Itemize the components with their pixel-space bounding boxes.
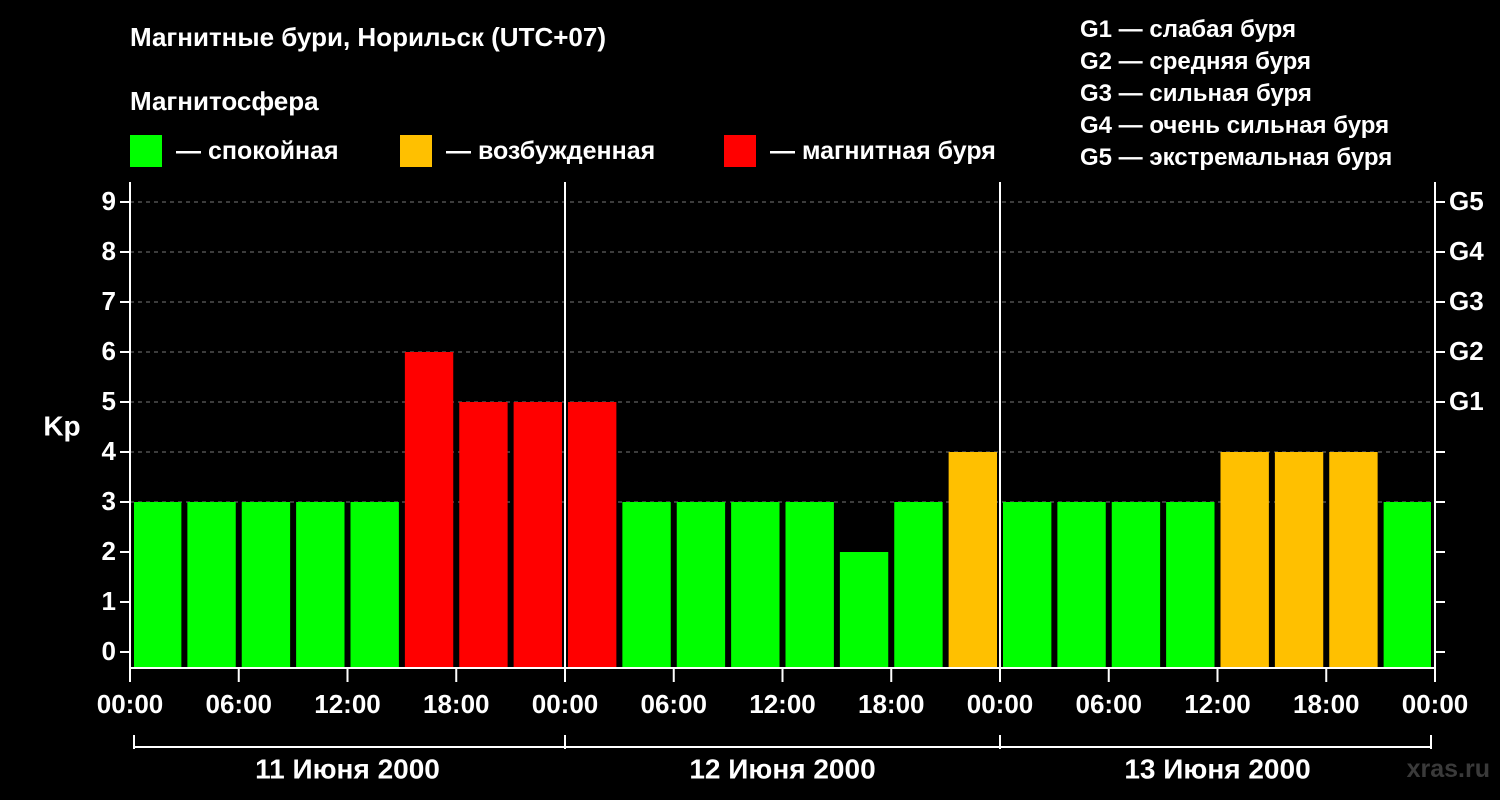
kp-bar <box>296 502 345 668</box>
kp-bar <box>1003 502 1052 668</box>
kp-bar <box>241 502 291 668</box>
g-scale-label: G5 <box>1449 186 1484 216</box>
y-tick-label: 2 <box>102 536 116 566</box>
x-tick-label: 18:00 <box>858 689 925 719</box>
kp-bar <box>785 502 834 668</box>
watermark: xras.ru <box>1406 755 1490 783</box>
y-tick-label: 1 <box>102 586 116 616</box>
g-scale-label: G1 <box>1449 386 1484 416</box>
y-tick-label: 6 <box>102 336 116 366</box>
kp-bar <box>839 552 889 668</box>
g-scale-label: G3 <box>1449 286 1484 316</box>
x-tick-label: 00:00 <box>97 689 164 719</box>
x-tick-label: 00:00 <box>532 689 599 719</box>
g-scale-label: G4 <box>1449 236 1484 266</box>
kp-bar <box>1111 502 1161 668</box>
kp-bar <box>1220 452 1269 668</box>
kp-bar-chart: 0 1 2 3 4 5 6 7 8 9 G1 G2 G3 G4 G5 Kp 00:00 06:00 12:00 18:… <box>43 182 1484 784</box>
kp-bar <box>622 502 671 668</box>
y-tick-label: 9 <box>102 186 116 216</box>
x-tick-label: 06:00 <box>206 689 273 719</box>
x-tick-label: 12:00 <box>749 689 816 719</box>
kp-bar <box>404 352 454 668</box>
kp-bar <box>1274 452 1324 668</box>
kp-bar <box>1057 502 1106 668</box>
kp-bar <box>731 502 780 668</box>
x-tick-label: 18:00 <box>423 689 490 719</box>
kp-bar <box>187 502 236 668</box>
y-axis-label: Kp <box>43 410 80 441</box>
y-tick-label: 0 <box>102 636 116 666</box>
kp-bar <box>459 402 508 668</box>
y-tick-label: 5 <box>102 386 116 416</box>
kp-bar <box>1329 452 1378 668</box>
g-scale-label: G2 <box>1449 336 1484 366</box>
x-tick-label: 12:00 <box>314 689 381 719</box>
day-label: 12 Июня 2000 <box>689 753 875 784</box>
kp-bar <box>1166 502 1215 668</box>
x-tick-label: 18:00 <box>1293 689 1360 719</box>
y-tick-label: 7 <box>102 286 116 316</box>
day-label: 13 Июня 2000 <box>1124 753 1310 784</box>
kp-bar <box>894 502 943 668</box>
x-tick-label: 00:00 <box>967 689 1034 719</box>
kp-bar <box>350 502 399 668</box>
y-tick-label: 3 <box>102 486 116 516</box>
x-tick-label: 06:00 <box>1076 689 1143 719</box>
kp-bar <box>513 402 562 668</box>
x-tick-label: 00:00 <box>1402 689 1469 719</box>
kp-bar <box>134 502 182 668</box>
x-tick-label: 12:00 <box>1184 689 1251 719</box>
y-tick-label: 4 <box>102 436 117 466</box>
kp-bar <box>676 502 726 668</box>
y-tick-label: 8 <box>102 236 116 266</box>
kp-bar <box>1383 502 1431 668</box>
day-label: 11 Июня 2000 <box>255 753 440 784</box>
kp-bar <box>948 452 997 668</box>
x-tick-label: 06:00 <box>641 689 708 719</box>
kp-bar <box>568 402 617 668</box>
